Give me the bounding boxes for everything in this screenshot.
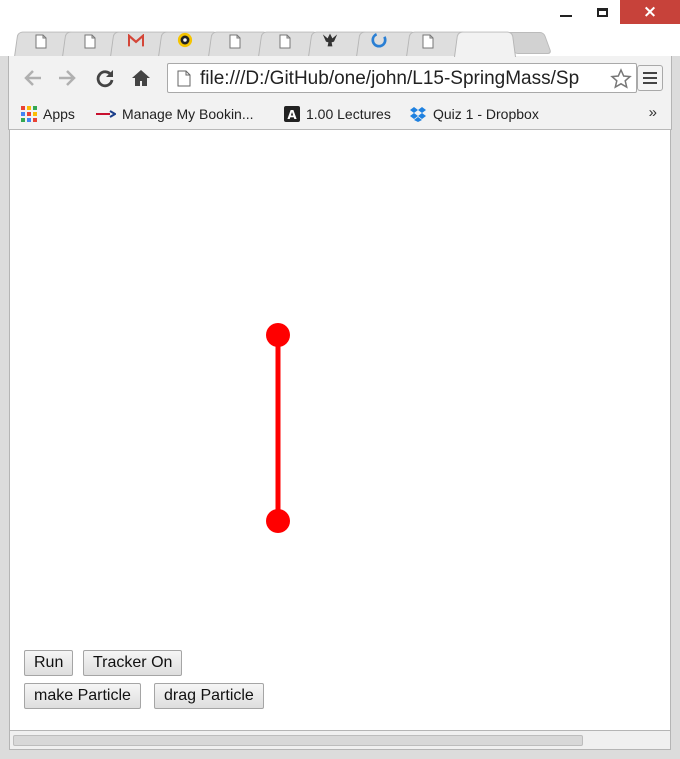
page-icon <box>420 33 436 49</box>
page-icon <box>177 70 191 87</box>
bookmark-lectures[interactable]: A 1.00 Lectures <box>284 103 391 125</box>
home-icon <box>132 70 150 86</box>
page-icon <box>82 33 98 49</box>
home-button[interactable] <box>129 66 153 90</box>
simulation-canvas[interactable] <box>10 130 670 640</box>
forward-button[interactable] <box>55 66 79 90</box>
minimize-button[interactable] <box>548 0 584 24</box>
browser-window: × file:///D:/GitHub/one/john/L15-SpringM… <box>0 0 680 759</box>
tab-active[interactable] <box>454 31 516 57</box>
maximize-icon <box>596 7 608 17</box>
drag-particle-button[interactable]: drag Particle <box>154 683 264 709</box>
apps-grid-icon <box>21 106 37 122</box>
gmail-icon <box>128 33 144 49</box>
chrome-menu-button[interactable] <box>637 65 663 91</box>
tracker-toggle-button[interactable]: Tracker On <box>83 650 183 676</box>
page-content: Run Tracker On make Particle drag Partic… <box>9 130 671 730</box>
scrollbar-thumb[interactable] <box>13 735 583 746</box>
bookmark-label: Apps <box>43 106 75 122</box>
window-frame-bottom <box>0 750 680 759</box>
back-button[interactable] <box>21 66 45 90</box>
reload-button[interactable] <box>93 66 117 90</box>
swirl-icon <box>371 32 387 48</box>
run-button[interactable]: Run <box>24 650 74 676</box>
browser-toolbar: file:///D:/GitHub/one/john/L15-SpringMas… <box>8 56 672 100</box>
maximize-button[interactable] <box>584 0 620 24</box>
a-logo-icon: A <box>284 106 300 122</box>
reload-icon <box>96 70 114 88</box>
bookmark-label: 1.00 Lectures <box>306 106 391 122</box>
url-text: file:///D:/GitHub/one/john/L15-SpringMas… <box>200 68 580 89</box>
eye-icon <box>177 32 193 48</box>
bookmarks-bar: Apps Manage My Bookin... A 1.00 Lectures… <box>8 100 672 130</box>
dropbox-icon <box>410 107 426 122</box>
make-particle-button[interactable]: make Particle <box>24 683 141 709</box>
particle-bottom[interactable] <box>266 509 290 533</box>
back-arrow-icon <box>24 70 41 86</box>
bookmark-apps[interactable]: Apps <box>21 103 75 125</box>
page-icon <box>33 33 49 49</box>
window-controls: × <box>548 0 680 28</box>
particle-top[interactable] <box>266 323 290 347</box>
page-icon <box>277 33 293 49</box>
page-icon <box>227 33 243 49</box>
bookmark-star-button[interactable] <box>608 66 634 92</box>
menu-icon <box>643 72 657 74</box>
address-bar[interactable]: file:///D:/GitHub/one/john/L15-SpringMas… <box>167 63 637 93</box>
close-icon: × <box>642 2 658 22</box>
minimize-icon <box>560 15 572 17</box>
bookmarks-overflow-button[interactable]: » <box>649 104 657 121</box>
horizontal-scrollbar[interactable] <box>9 730 671 750</box>
star-icon <box>610 68 632 89</box>
forward-arrow-icon <box>59 70 76 86</box>
close-window-button[interactable]: × <box>620 0 680 24</box>
svg-text:A: A <box>287 108 297 122</box>
bookmark-manage-booking[interactable]: Manage My Bookin... <box>96 103 254 125</box>
airline-icon <box>96 110 116 118</box>
bookmark-quiz-dropbox[interactable]: Quiz 1 - Dropbox <box>409 103 539 125</box>
bookmark-label: Manage My Bookin... <box>122 106 254 122</box>
bookmark-label: Quiz 1 - Dropbox <box>433 106 539 122</box>
eagle-icon <box>322 32 338 48</box>
title-bar: × <box>0 0 680 57</box>
